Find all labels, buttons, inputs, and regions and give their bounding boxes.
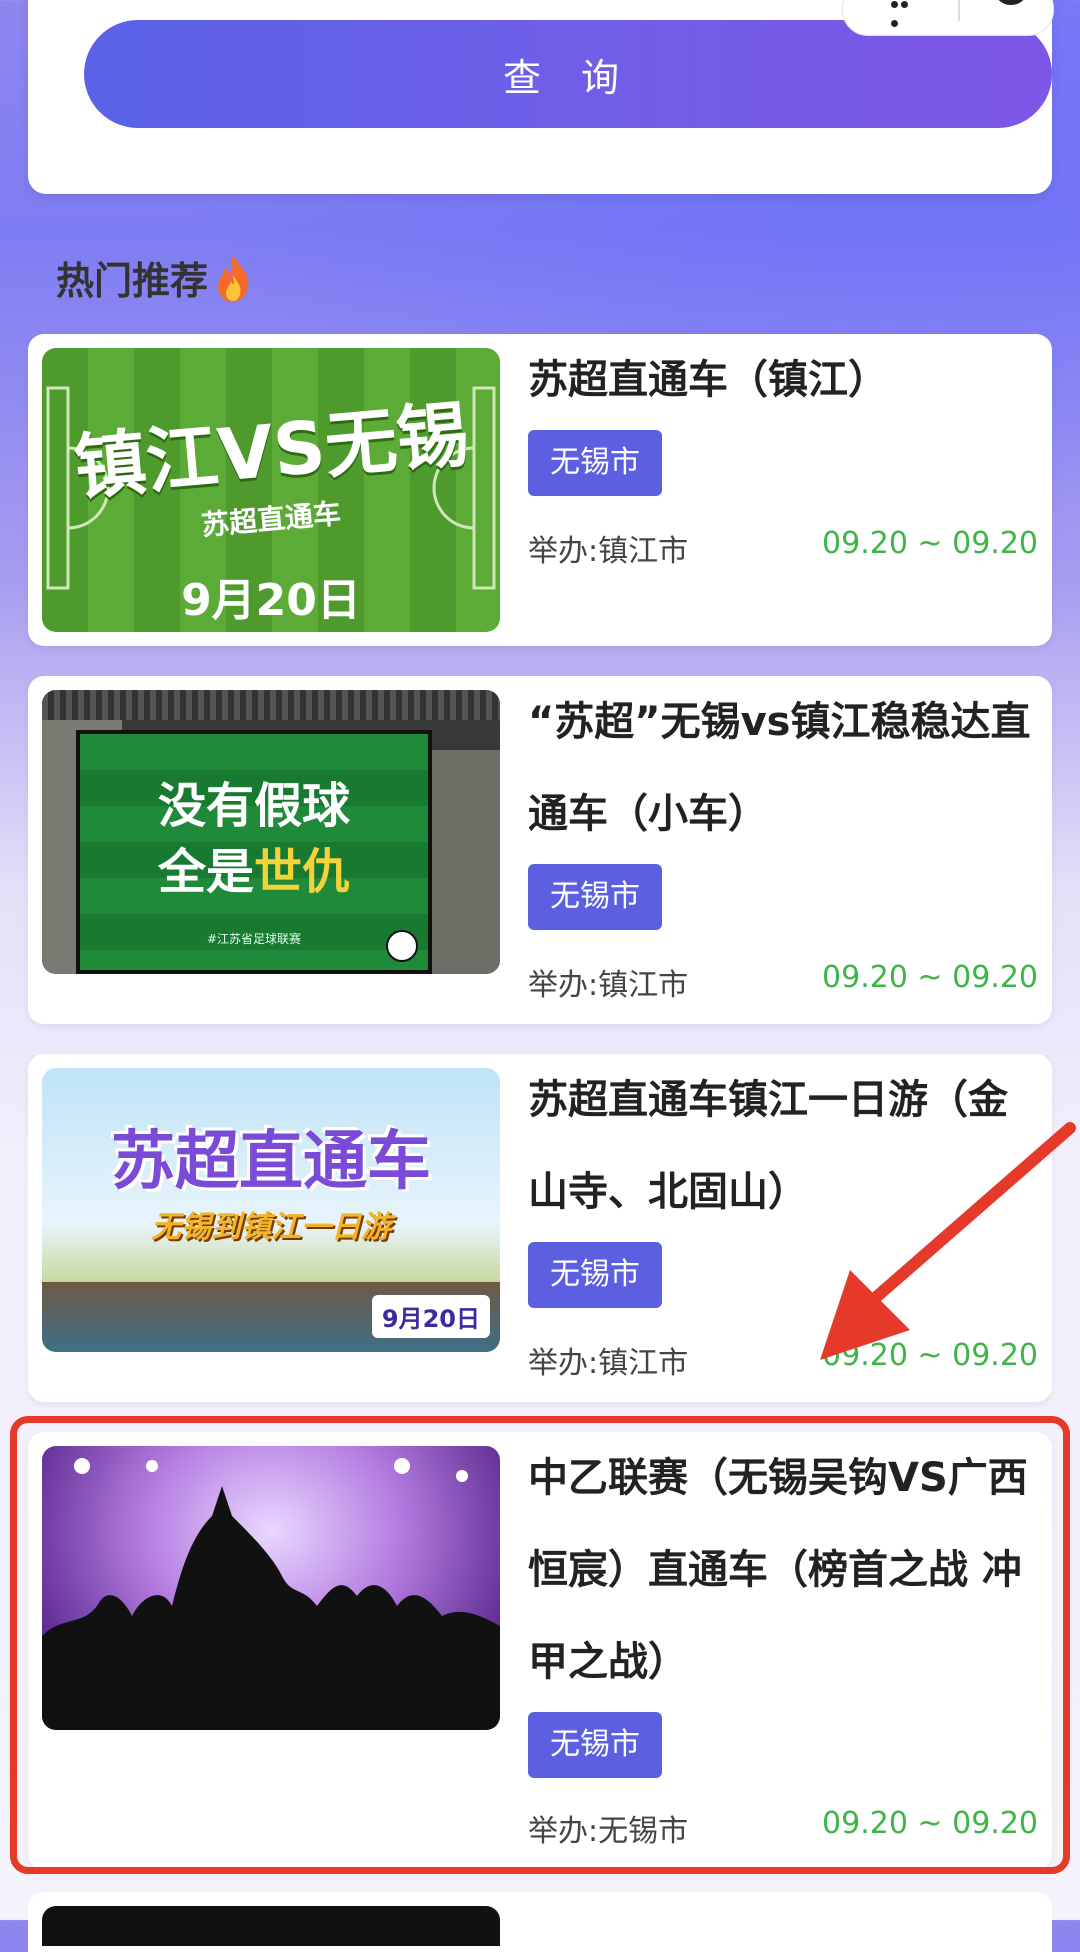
section-title: 热门推荐 — [56, 250, 254, 305]
screen-footer: #江苏省足球联赛 — [206, 932, 302, 946]
event-host: 举办:镇江市 — [528, 534, 689, 569]
city-tag: 无锡市 — [528, 864, 662, 930]
screen-line-2: 全是世仇 — [80, 832, 428, 902]
event-title[interactable]: 苏超直通车（镇江） — [528, 334, 1038, 426]
section-title-text: 热门推荐 — [56, 259, 209, 303]
led-screen: 没有假球 全是世仇 #江苏省足球联赛 — [76, 730, 432, 974]
soccer-ball-icon — [386, 930, 418, 962]
query-button[interactable]: 查 询 — [84, 20, 1052, 128]
thumb-headline: 苏超直通车 — [111, 1125, 431, 1199]
red-arrow-annotation — [820, 1122, 1076, 1360]
event-card[interactable]: 镇江VS无锡 苏超直通车 9月20日 苏超直通车（镇江） 无锡市 举办:镇江市 … — [28, 334, 1052, 646]
event-host: 举办:镇江市 — [528, 1346, 689, 1381]
capsule-menu[interactable] — [842, 0, 1054, 36]
screen-line-2-yellow: 世仇 — [254, 844, 351, 900]
fire-icon — [212, 253, 254, 303]
more-icon[interactable] — [891, 0, 911, 27]
screen-line-2-white: 全是 — [157, 844, 254, 900]
thumb-date-badge: 9月20日 — [371, 1295, 490, 1338]
event-thumbnail: 苏超直通车 无锡到镇江一日游 9月20日 — [42, 1068, 500, 1352]
event-thumbnail: 镇江VS无锡 苏超直通车 9月20日 — [42, 348, 500, 632]
event-host: 举办:镇江市 — [528, 968, 689, 1003]
event-title[interactable]: “苏超”无锡vs镇江稳稳达直通车（小车） — [528, 676, 1038, 860]
city-tag: 无锡市 — [528, 430, 662, 496]
event-date: 09.20 ~ 09.20 — [822, 526, 1038, 561]
event-thumbnail — [42, 1906, 500, 1946]
thumb-subtitle: 无锡到镇江一日游 — [151, 1210, 391, 1245]
close-mini-program-icon[interactable] — [993, 0, 1029, 5]
event-card-partial[interactable] — [28, 1892, 1052, 1952]
screen-line-1: 没有假球 — [157, 778, 350, 834]
city-tag: 无锡市 — [528, 1242, 662, 1308]
building-facade — [42, 690, 500, 720]
event-date: 09.20 ~ 09.20 — [822, 960, 1038, 995]
capsule-divider — [958, 0, 960, 21]
event-thumbnail: 没有假球 全是世仇 #江苏省足球联赛 — [42, 690, 500, 974]
highlight-box — [10, 1416, 1070, 1874]
thumb-date: 9月20日 — [181, 575, 361, 626]
event-card[interactable]: 没有假球 全是世仇 #江苏省足球联赛 “苏超”无锡vs镇江稳稳达直通车（小车） … — [28, 676, 1052, 1024]
